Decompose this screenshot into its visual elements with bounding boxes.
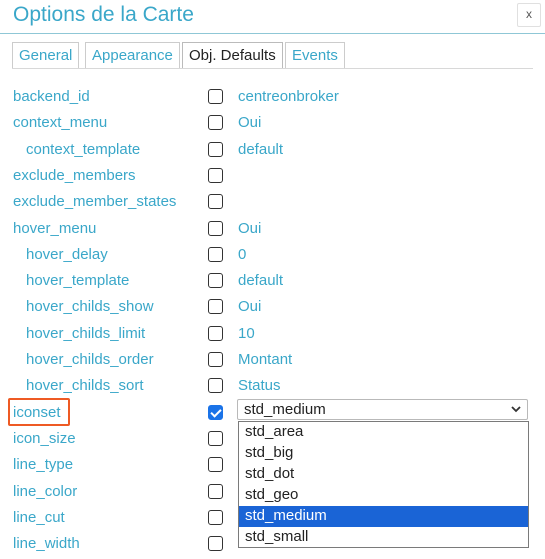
option-checkbox[interactable] [208,457,223,472]
tab-general[interactable]: General [12,42,80,69]
option-checkbox[interactable] [208,510,223,525]
option-label: hover_delay [26,246,108,263]
option-row-hover-childs-sort: hover_childs_sort Status [0,375,545,401]
option-checkbox[interactable] [208,431,223,446]
option-label: line_cut [13,509,65,526]
dialog-title: Options de la Carte [13,3,194,26]
tab-events[interactable]: Events [285,42,345,69]
dropdown-option-std-dot[interactable]: std_dot [239,464,528,485]
option-label: line_color [13,483,78,500]
option-row-backend-id: backend_id centreonbroker [0,86,545,112]
option-value: default [238,141,284,158]
dropdown-option-std-area[interactable]: std_area [239,422,528,443]
option-checkbox[interactable] [208,194,223,209]
option-checkbox[interactable] [208,221,223,236]
option-value: 0 [238,246,247,263]
option-value: 10 [238,325,255,342]
option-row-context-template: context_template default [0,139,545,165]
option-label: hover_template [26,272,130,289]
option-label: backend_id [13,88,90,105]
option-row-hover-template: hover_template default [0,270,545,296]
option-row-context-menu: context_menu Oui [0,112,545,138]
option-checkbox[interactable] [208,378,223,393]
dropdown-option-std-geo[interactable]: std_geo [239,485,528,506]
tab-obj-defaults[interactable]: Obj. Defaults [182,42,283,69]
option-label: hover_childs_order [26,351,154,368]
option-label: exclude_member_states [13,193,177,210]
option-label: hover_childs_sort [26,377,144,394]
option-checkbox[interactable] [208,142,223,157]
tab-appearance[interactable]: Appearance [85,42,180,69]
option-checkbox[interactable] [208,247,223,262]
option-value: Oui [238,298,262,315]
dropdown-option-std-big[interactable]: std_big [239,443,528,464]
option-checkbox[interactable] [208,299,223,314]
option-row-exclude-members: exclude_members [0,165,545,191]
option-checkbox[interactable] [208,405,223,420]
option-label: hover_menu [13,220,97,237]
tabs-divider [12,68,533,69]
option-row-hover-childs-show: hover_childs_show Oui [0,296,545,322]
title-divider [0,33,545,34]
option-checkbox[interactable] [208,115,223,130]
option-value: Oui [238,220,262,237]
option-row-hover-childs-limit: hover_childs_limit 10 [0,323,545,349]
option-value: default [238,272,284,289]
option-checkbox[interactable] [208,352,223,367]
iconset-dropdown-list: std_area std_big std_dot std_geo std_med… [238,421,529,548]
option-row-hover-delay: hover_delay 0 [0,244,545,270]
dropdown-option-std-medium[interactable]: std_medium [239,506,528,527]
chevron-down-icon [511,406,521,413]
option-value: centreonbroker [238,88,339,105]
iconset-select[interactable]: std_medium [237,399,528,420]
option-row-hover-childs-order: hover_childs_order Montant [0,349,545,375]
option-checkbox[interactable] [208,536,223,551]
option-label: context_menu [13,114,108,131]
option-value: Montant [238,351,293,368]
iconset-highlight-box [8,398,70,426]
option-label: line_type [13,456,74,473]
close-button[interactable]: x [517,3,541,27]
option-label: context_template [26,141,141,158]
option-label: icon_size [13,430,76,447]
option-checkbox[interactable] [208,484,223,499]
option-label: exclude_members [13,167,136,184]
option-checkbox[interactable] [208,326,223,341]
dropdown-option-std-small[interactable]: std_small [239,527,528,548]
option-label: line_width [13,535,80,552]
option-value: Status [238,377,281,394]
option-checkbox[interactable] [208,273,223,288]
option-row-hover-menu: hover_menu Oui [0,218,545,244]
option-label: hover_childs_show [26,298,154,315]
option-checkbox[interactable] [208,168,223,183]
option-checkbox[interactable] [208,89,223,104]
option-row-exclude-member-states: exclude_member_states [0,191,545,217]
iconset-select-value: std_medium [244,401,326,418]
option-value: Oui [238,114,262,131]
option-label: hover_childs_limit [26,325,146,342]
dialog-titlebar: Options de la Carte x [0,0,545,34]
